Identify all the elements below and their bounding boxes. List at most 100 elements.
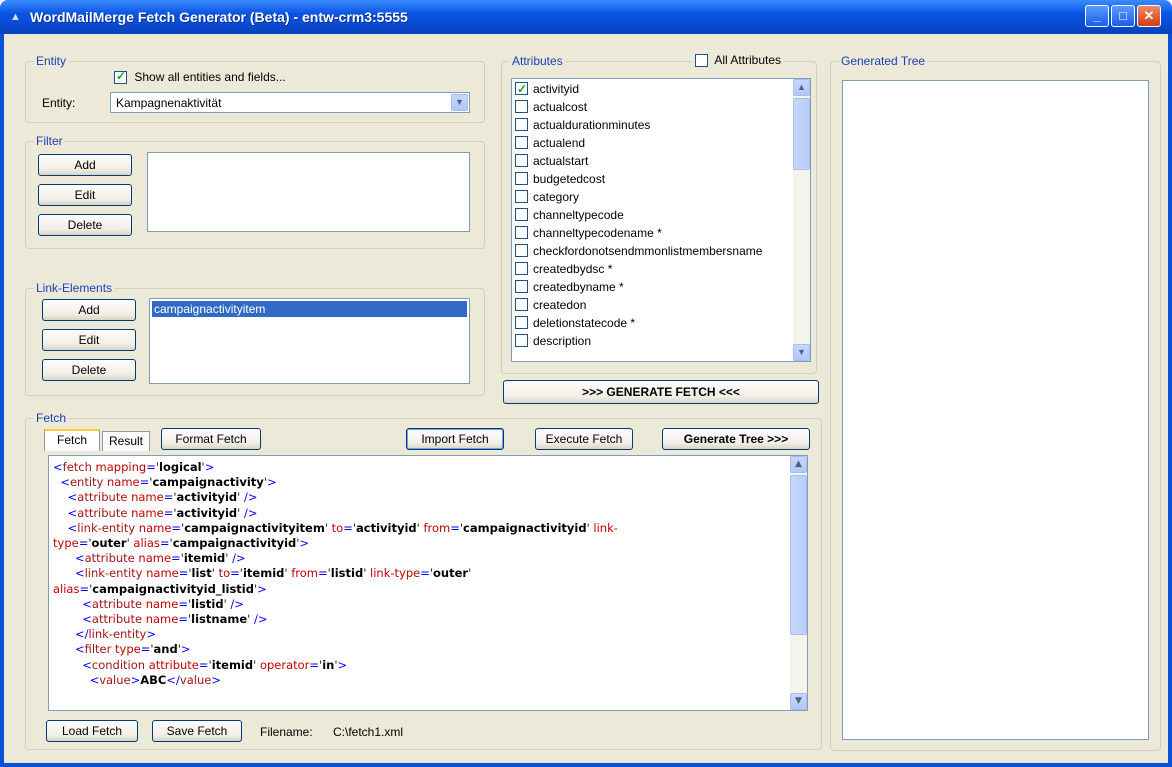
generate-fetch-button[interactable]: >>> GENERATE FETCH <<< bbox=[503, 380, 819, 404]
code-token: mapping bbox=[95, 460, 147, 474]
generate-tree-button[interactable]: Generate Tree >>> bbox=[662, 428, 810, 450]
attribute-item[interactable]: category bbox=[512, 188, 793, 206]
attribute-checkbox[interactable] bbox=[515, 208, 528, 222]
load-fetch-button[interactable]: Load Fetch bbox=[46, 720, 138, 742]
filter-add-button[interactable]: Add bbox=[38, 154, 132, 176]
code-token: < bbox=[67, 490, 78, 505]
all-attributes-label: All Attributes bbox=[714, 53, 782, 67]
attribute-item[interactable]: channeltypecode bbox=[512, 206, 793, 224]
scroll-thumb[interactable] bbox=[790, 475, 807, 635]
scroll-thumb[interactable] bbox=[793, 98, 810, 170]
attribute-checkbox[interactable] bbox=[515, 316, 528, 330]
code-token: activityid bbox=[176, 505, 238, 520]
attribute-item[interactable]: actualend bbox=[512, 134, 793, 152]
link-delete-button[interactable]: Delete bbox=[42, 359, 136, 381]
code-token: = bbox=[230, 566, 240, 581]
attribute-checkbox[interactable] bbox=[515, 280, 528, 294]
scroll-up-icon[interactable]: ▲ bbox=[790, 456, 807, 473]
fetch-editor[interactable]: <fetch mapping='logical'> <entity name='… bbox=[48, 455, 808, 711]
attribute-label: budgetedcost bbox=[533, 172, 606, 186]
attributes-list[interactable]: activityid actualcost actualdurationminute… bbox=[511, 78, 811, 362]
code-token: </ bbox=[166, 672, 180, 687]
code-token: link- bbox=[593, 520, 618, 535]
save-fetch-button[interactable]: Save Fetch bbox=[152, 720, 242, 742]
attribute-item[interactable]: actualstart bbox=[512, 152, 793, 170]
attributes-scrollbar[interactable]: ▲ ▼ bbox=[793, 79, 810, 361]
maximize-button[interactable]: □ bbox=[1111, 5, 1135, 27]
chevron-down-icon[interactable]: ▼ bbox=[451, 94, 468, 111]
attribute-item[interactable]: channeltypecodename * bbox=[512, 224, 793, 242]
attribute-checkbox[interactable] bbox=[515, 226, 528, 240]
attribute-item[interactable]: actualcost bbox=[512, 98, 793, 116]
attribute-label: createdbyname * bbox=[533, 280, 624, 294]
fetch-code[interactable]: <fetch mapping='logical'> <entity name='… bbox=[53, 460, 787, 688]
scroll-up-icon[interactable]: ▲ bbox=[793, 79, 810, 96]
attribute-item[interactable]: activityid bbox=[512, 80, 793, 98]
filter-edit-button[interactable]: Edit bbox=[38, 184, 132, 206]
attribute-item[interactable]: budgetedcost bbox=[512, 170, 793, 188]
attribute-checkbox[interactable] bbox=[515, 136, 528, 150]
list-item[interactable]: campaignactivityitem bbox=[152, 301, 467, 317]
code-token: = bbox=[343, 520, 353, 535]
attribute-item[interactable]: deletionstatecode * bbox=[512, 314, 793, 332]
code-token: from bbox=[291, 566, 318, 581]
execute-fetch-button[interactable]: Execute Fetch bbox=[535, 428, 633, 450]
filter-group-label: Filter bbox=[34, 134, 65, 148]
tab-fetch[interactable]: Fetch bbox=[44, 429, 100, 451]
attribute-checkbox[interactable] bbox=[515, 334, 528, 348]
all-attributes-checkbox-box[interactable] bbox=[695, 54, 708, 68]
scroll-down-icon[interactable]: ▼ bbox=[793, 344, 810, 361]
attribute-checkbox[interactable] bbox=[515, 298, 528, 312]
import-fetch-button[interactable]: Import Fetch bbox=[406, 428, 504, 450]
code-token: type bbox=[53, 536, 79, 551]
attribute-label: actualcost bbox=[533, 100, 588, 114]
code-token: ' bbox=[211, 566, 219, 581]
code-line: <value>ABC</value> bbox=[53, 673, 787, 688]
attribute-item[interactable]: description bbox=[512, 332, 793, 350]
attribute-checkbox[interactable] bbox=[515, 190, 528, 204]
code-token: link-type bbox=[370, 566, 421, 581]
attribute-checkbox[interactable] bbox=[515, 262, 528, 276]
format-fetch-button[interactable]: Format Fetch bbox=[161, 428, 261, 450]
attribute-checkbox[interactable] bbox=[515, 118, 528, 132]
code-token: alias bbox=[133, 536, 160, 551]
attribute-item[interactable]: createdon bbox=[512, 296, 793, 314]
close-button[interactable]: ✕ bbox=[1137, 5, 1161, 27]
attribute-checkbox[interactable] bbox=[515, 154, 528, 168]
attribute-checkbox[interactable] bbox=[515, 172, 528, 186]
tab-result[interactable]: Result bbox=[102, 431, 150, 451]
code-token: listid bbox=[330, 566, 364, 581]
show-all-entities-checkbox[interactable]: Show all entities and fields... bbox=[114, 69, 286, 85]
show-all-checkbox-box[interactable] bbox=[114, 69, 127, 85]
code-token: /> bbox=[228, 551, 246, 566]
code-token: = bbox=[178, 566, 189, 581]
generated-tree-view[interactable] bbox=[842, 80, 1149, 740]
attribute-item[interactable]: createdbydsc * bbox=[512, 260, 793, 278]
code-line: <attribute name='activityid' /> bbox=[53, 506, 787, 521]
fetch-scrollbar[interactable]: ▲ ▼ bbox=[790, 456, 807, 710]
attribute-checkbox[interactable] bbox=[515, 100, 528, 114]
title-bar[interactable]: ▲ WordMailMerge Fetch Generator (Beta) -… bbox=[0, 0, 1172, 34]
attribute-checkbox[interactable] bbox=[515, 80, 528, 98]
all-attributes-checkbox[interactable]: All Attributes bbox=[692, 53, 785, 68]
minimize-button[interactable]: _ bbox=[1085, 5, 1109, 27]
attribute-item[interactable]: actualdurationminutes bbox=[512, 116, 793, 134]
code-token: = bbox=[178, 596, 188, 611]
code-token: listname bbox=[191, 612, 248, 627]
link-add-button[interactable]: Add bbox=[42, 299, 136, 321]
link-edit-button[interactable]: Edit bbox=[42, 329, 136, 351]
entity-select[interactable]: Kampagnenaktivität ▼ bbox=[110, 92, 470, 113]
code-token: = bbox=[178, 612, 188, 627]
attribute-label: actualstart bbox=[533, 154, 589, 168]
entity-label: Entity: bbox=[42, 96, 76, 110]
link-elements-list[interactable]: campaignactivityitem bbox=[149, 298, 470, 384]
attribute-item[interactable]: checkfordonotsendmmonlistmembersname bbox=[512, 242, 793, 260]
filter-list[interactable] bbox=[147, 152, 470, 232]
scroll-down-icon[interactable]: ▼ bbox=[790, 693, 807, 710]
attribute-checkbox[interactable] bbox=[515, 244, 528, 258]
attribute-item[interactable]: createdbyname * bbox=[512, 278, 793, 296]
code-token: = bbox=[163, 490, 174, 505]
filter-delete-button[interactable]: Delete bbox=[38, 214, 132, 236]
